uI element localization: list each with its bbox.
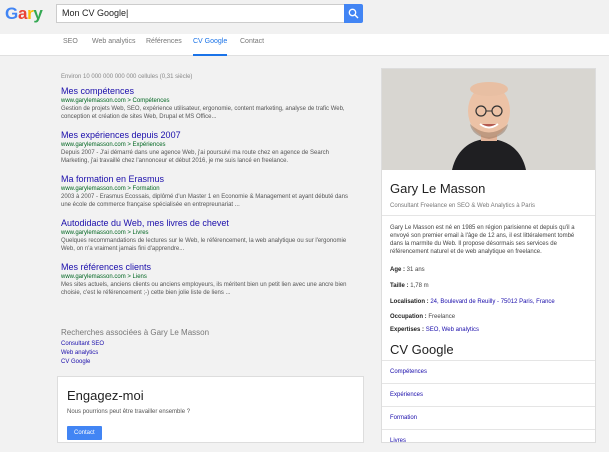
related-link[interactable]: Web analytics (61, 349, 209, 358)
result-title[interactable]: Ma formation en Erasmus (61, 174, 366, 185)
search-icon (348, 8, 359, 19)
result-title[interactable]: Mes compétences (61, 86, 366, 97)
result-item: Mes expériences depuis 2007 www.garylema… (61, 130, 366, 165)
related-searches: Recherches associées à Gary Le Masson Co… (61, 328, 209, 367)
kp-link-formation[interactable]: Formation (382, 406, 595, 429)
result-snippet: Gestion de projets Web, SEO, expérience … (61, 106, 345, 112)
result-title[interactable]: Autodidacte du Web, mes livres de chevet (61, 218, 366, 229)
fact-value: Freelance (428, 314, 456, 320)
result-url: www.garylemasson.com > Expériences (61, 142, 166, 148)
fact-link[interactable]: 24, Boulevard de Reuilly - 75012 Paris, … (430, 299, 554, 305)
result-url: www.garylemasson.com > Formation (61, 186, 160, 192)
results-stats: Environ 10 000 000 000 000 cellules (0,3… (61, 74, 193, 80)
result-snippet: Quelques recommandations de lectures sur… (61, 238, 347, 244)
hire-card: Engagez-moi Nous pourrions peut être tra… (57, 376, 364, 443)
kp-divider (382, 215, 595, 216)
kp-fact-occupation: Occupation : Freelance (390, 314, 455, 320)
kp-section-title: CV Google (390, 342, 454, 357)
kp-fact-height: Taille : 1,78 m (390, 283, 429, 289)
kp-fact-age: Age : 31 ans (390, 267, 425, 273)
nav-tabs: SEO Web analytics Références CV Google C… (0, 34, 609, 56)
tab-seo[interactable]: SEO (63, 38, 78, 56)
result-title[interactable]: Mes références clients (61, 262, 366, 273)
contact-button[interactable]: Contact (67, 426, 102, 440)
related-link[interactable]: CV Google (61, 358, 209, 367)
result-url: www.garylemasson.com > Liens (61, 274, 147, 280)
tab-references[interactable]: Références (146, 38, 182, 56)
kp-fact-location: Localisation : 24, Boulevard de Reuilly … (390, 299, 555, 305)
result-url: www.garylemasson.com > Livres (61, 230, 149, 236)
related-link[interactable]: Consultant SEO (61, 340, 209, 349)
logo-letter: a (17, 4, 28, 23)
kp-description-line: dans la marmite du Web. Il propose désor… (390, 241, 557, 247)
result-item: Ma formation en Erasmus www.garylemasson… (61, 174, 366, 209)
fact-label: Localisation : (390, 299, 429, 305)
fact-label: Expertises : (390, 327, 425, 333)
kp-name: Gary Le Masson (390, 181, 486, 196)
result-item: Mes références clients www.garylemasson.… (61, 262, 366, 297)
result-snippet: Marketing, j'ai travaillé chez l'annonce… (61, 158, 289, 164)
tab-contact[interactable]: Contact (240, 38, 264, 56)
result-snippet: Web, on n'a vraiment jamais fini d'appre… (61, 246, 185, 252)
fact-label: Occupation : (390, 314, 427, 320)
fact-link[interactable]: SEO, Web analytics (426, 327, 479, 333)
card-text: Nous pourrions peut être travailler ense… (67, 409, 191, 415)
kp-link-competences[interactable]: Compétences (382, 360, 595, 383)
card-title: Engagez-moi (67, 388, 144, 403)
fact-label: Age : (390, 267, 405, 273)
result-snippet: conception et création de sites Web, Dru… (61, 114, 217, 120)
logo-letter: G (5, 4, 18, 23)
kp-subtitle: Consultant Freelance en SEO & Web Analyt… (390, 203, 535, 209)
result-snippet: choisie, c'est le référencement ;-) cett… (61, 290, 231, 296)
result-item: Mes compétences www.garylemasson.com > C… (61, 86, 366, 121)
result-snippet: Mes sites actuels, anciens clients ou an… (61, 282, 347, 288)
search-input[interactable]: Mon CV Google| (56, 4, 344, 23)
kp-description-line: Gary Le Masson est né en 1985 en région … (390, 225, 575, 231)
related-title: Recherches associées à Gary Le Masson (61, 328, 210, 337)
fact-label: Taille : (390, 283, 409, 289)
result-item: Autodidacte du Web, mes livres de chevet… (61, 218, 366, 253)
search-button[interactable] (344, 4, 363, 23)
result-snippet: Depuis 2007 - J'ai démarré dans une agen… (61, 150, 330, 156)
knowledge-panel: Gary Le Masson Consultant Freelance en S… (381, 68, 596, 444)
kp-description-line: envoyé son premier email à l'âge de 12 a… (390, 233, 575, 239)
kp-description: Gary Le Masson est né en 1985 en région … (390, 224, 590, 256)
kp-fact-expertise: Expertises : SEO, Web analytics (390, 327, 479, 333)
kp-link-experiences[interactable]: Expériences (382, 383, 595, 406)
result-url: www.garylemasson.com > Compétences (61, 98, 170, 104)
kp-description-line: référencement naturel et de web analytiq… (390, 249, 542, 255)
kp-link-livres[interactable]: Livres (382, 429, 595, 452)
result-snippet: 2003 à 2007 - Erasmus Ecossais, diplômé … (61, 194, 348, 200)
logo-letter: y (33, 4, 43, 23)
result-title[interactable]: Mes expériences depuis 2007 (61, 130, 366, 141)
profile-photo (382, 69, 595, 170)
logo[interactable]: Gary (5, 4, 43, 24)
fact-value: 1,78 m (410, 283, 429, 289)
tab-cv-google[interactable]: CV Google (193, 38, 228, 56)
tab-web-analytics[interactable]: Web analytics (92, 38, 135, 56)
fact-value: 31 ans (406, 267, 425, 273)
result-snippet: une école de commerce française spéciali… (61, 202, 240, 208)
search-results: Environ 10 000 000 000 000 cellules (0,3… (61, 74, 366, 306)
